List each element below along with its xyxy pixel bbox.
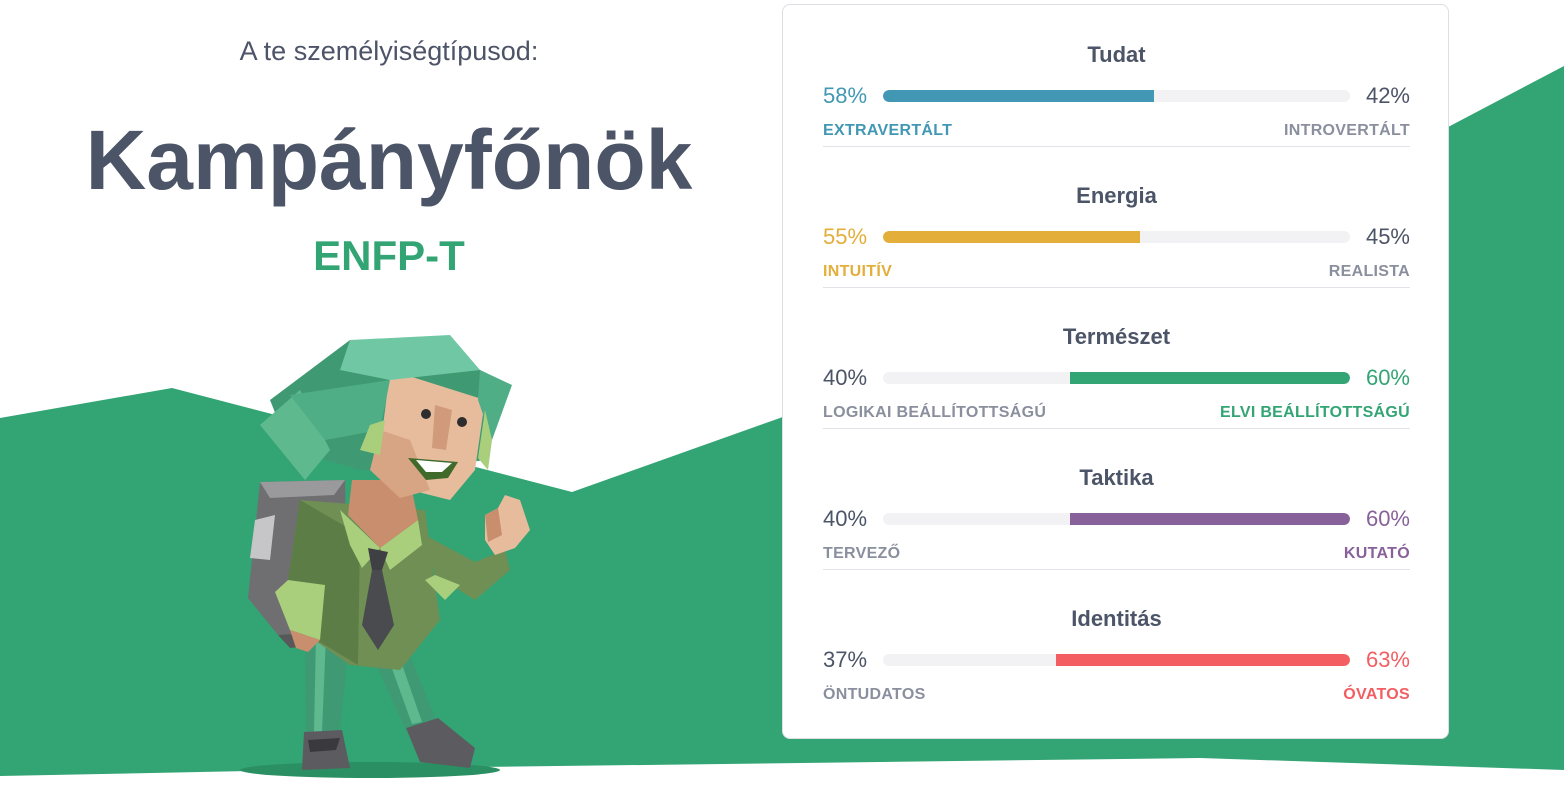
trait-progress-track (883, 231, 1350, 243)
trait-progress-track (883, 513, 1350, 525)
trait-title: Energia (1076, 183, 1157, 208)
trait-progress-fill (1055, 654, 1350, 666)
trait-right-percent: 42% (1365, 83, 1410, 108)
trait-progress-fill (883, 90, 1154, 102)
trait-title: Taktika (1079, 465, 1154, 490)
trait-left-percent: 55% (823, 224, 868, 249)
trait-left-label: EXTRAVERTÁLT (823, 122, 953, 139)
trait-title: Identitás (1071, 606, 1162, 631)
trait-right-label: INTROVERTÁLT (1284, 122, 1410, 139)
trait-row-mind: Tudat 58% 42% EXTRAVERTÁLT INTROVERTÁLT (823, 5, 1410, 147)
trait-row-identity: Identitás 37% 63% ÖNTUDATOS ÓVATOS (823, 569, 1410, 710)
trait-right-label: REALISTA (1328, 263, 1410, 280)
trait-results-card: Tudat 58% 42% EXTRAVERTÁLT INTROVERTÁLT … (782, 4, 1449, 739)
campaigner-character-illustration (240, 335, 530, 778)
trait-row-energy: Energia 55% 45% INTUITÍV REALISTA (823, 146, 1410, 288)
trait-left-percent: 40% (823, 365, 868, 390)
trait-left-label: INTUITÍV (823, 263, 893, 280)
trait-left-label: TERVEZŐ (823, 545, 901, 562)
trait-progress-fill (1069, 513, 1350, 525)
trait-title: Tudat (1087, 42, 1146, 67)
trait-right-percent: 60% (1365, 365, 1410, 390)
trait-row-nature: Természet 40% 60% LOGIKAI BEÁLLÍTOTTSÁGÚ… (823, 287, 1410, 429)
trait-right-percent: 60% (1365, 506, 1410, 531)
trait-left-percent: 58% (823, 83, 868, 108)
trait-progress-track (883, 90, 1350, 102)
trait-right-percent: 63% (1365, 647, 1410, 672)
trait-right-percent: 45% (1365, 224, 1410, 249)
trait-left-label: LOGIKAI BEÁLLÍTOTTSÁGÚ (823, 404, 1047, 421)
personality-type-intro: A te személyiségtípusod: (239, 36, 539, 66)
trait-right-label: ELVI BEÁLLÍTOTTSÁGÚ (1220, 404, 1410, 421)
trait-left-percent: 40% (823, 506, 868, 531)
trait-progress-fill (1069, 372, 1350, 384)
personality-type-name: Kampányfőnök (85, 113, 693, 207)
trait-right-label: ÓVATOS (1343, 686, 1410, 703)
trait-row-tactics: Taktika 40% 60% TERVEZŐ KUTATÓ (823, 428, 1410, 570)
trait-right-label: KUTATÓ (1343, 545, 1410, 562)
trait-title: Természet (1062, 324, 1171, 349)
trait-progress-track (883, 654, 1350, 666)
personality-type-code: ENFP-T (313, 232, 465, 279)
trait-left-label: ÖNTUDATOS (823, 686, 926, 703)
trait-progress-track (883, 372, 1350, 384)
trait-progress-fill (883, 231, 1140, 243)
trait-left-percent: 37% (823, 647, 868, 672)
